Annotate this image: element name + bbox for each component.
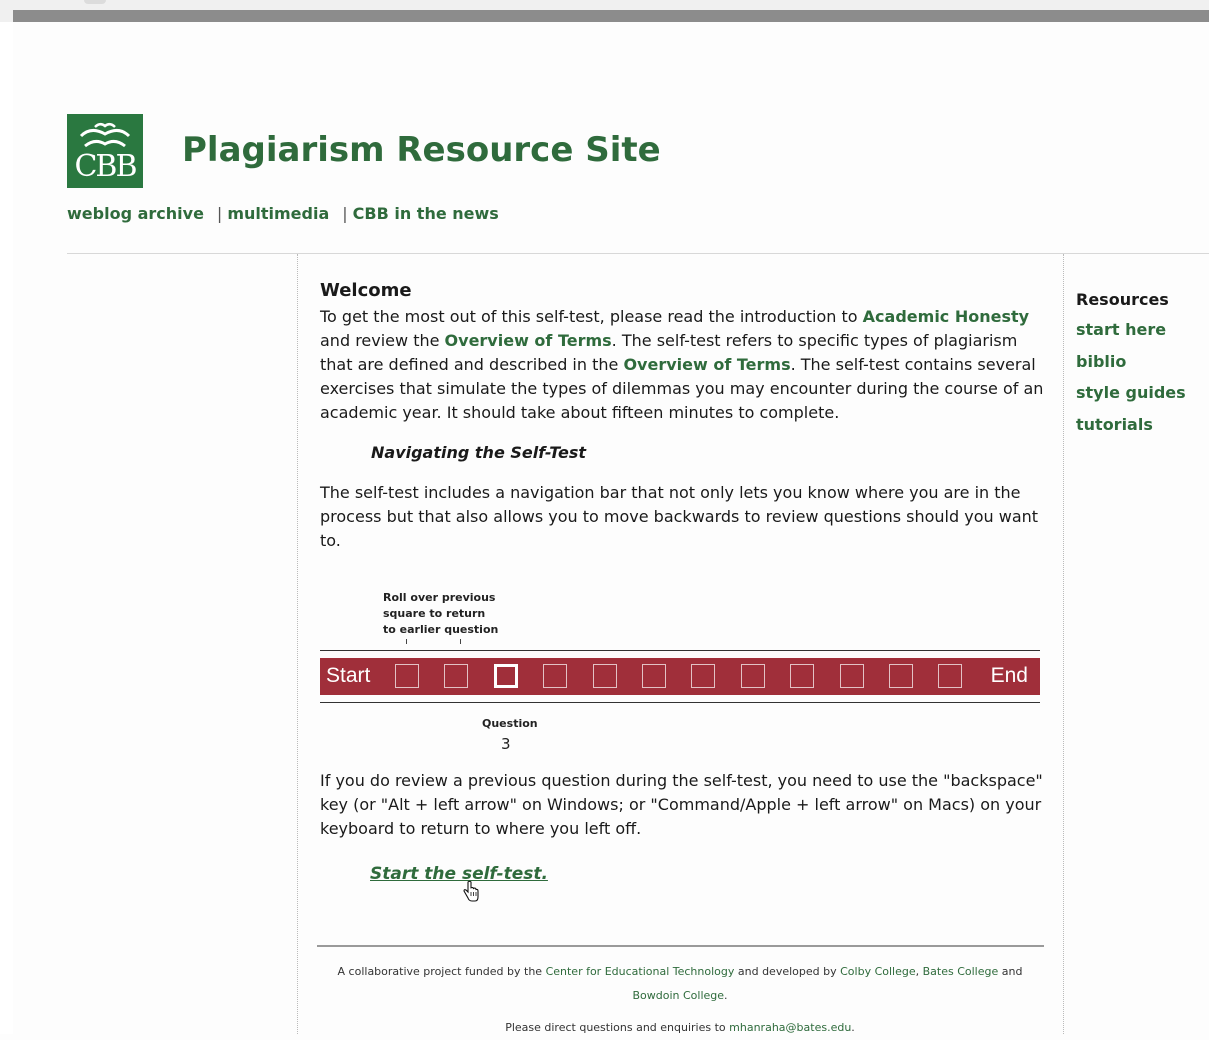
footer-text: and (998, 965, 1023, 978)
progress-square (938, 664, 963, 688)
navigating-subheading: Navigating the Self-Test (371, 443, 587, 462)
progress-square (592, 664, 617, 688)
overview-of-terms-link[interactable]: Overview of Terms (445, 331, 612, 350)
top-navigation: weblog archive | multimedia | CBB in the new… (67, 204, 499, 223)
progress-square (889, 664, 913, 688)
welcome-heading: Welcome (320, 280, 412, 301)
progress-square (839, 664, 864, 688)
callout-tick (406, 639, 407, 644)
cbb-logo[interactable]: CBB (67, 114, 143, 188)
progress-square-current (493, 664, 518, 688)
left-gutter (0, 22, 13, 1034)
navigation-paragraph: The self-test includes a navigation bar … (320, 483, 1039, 550)
navbar-bottom-rule (320, 702, 1040, 703)
footer-divider (317, 945, 1044, 947)
footer-text: Please direct questions and enquiries to (505, 1021, 730, 1034)
cet-link[interactable]: Center for Educational Technology (546, 965, 735, 978)
browser-top-bar (0, 0, 1209, 22)
intro-text: To get the most out of this self-test, p… (320, 307, 863, 326)
bowdoin-link[interactable]: Bowdoin College (632, 989, 724, 1002)
nav-multimedia[interactable]: multimedia (227, 204, 329, 223)
navbar-top-rule (320, 650, 1040, 651)
progress-square (740, 664, 765, 688)
question-number: 3 (501, 735, 511, 753)
question-label: Question (482, 717, 538, 730)
header-divider (67, 253, 1209, 254)
progress-square[interactable] (395, 664, 419, 688)
navbar-end-label: End (990, 664, 1028, 687)
toolbar-divider-stripe (13, 10, 1209, 22)
review-paragraph: If you do review a previous question dur… (320, 771, 1043, 838)
sidebar-item-biblio[interactable]: biblio (1076, 346, 1186, 378)
start-self-test-link[interactable]: Start the self-test. (370, 864, 548, 884)
nav-cbb-in-the-news[interactable]: CBB in the news (353, 204, 499, 223)
navigation-bar-diagram: Roll over previous square to return to e… (320, 590, 1040, 760)
footer: A collaborative project funded by the Ce… (320, 960, 1040, 1040)
rollover-callout: Roll over previous square to return to e… (383, 590, 498, 638)
colby-link[interactable]: Colby College (840, 965, 916, 978)
nav-separator: | (216, 204, 223, 223)
sidebar-item-tutorials[interactable]: tutorials (1076, 409, 1186, 441)
nav-separator: | (342, 204, 348, 223)
window-edge-knob (84, 0, 106, 4)
footer-credits: A collaborative project funded by the Ce… (320, 960, 1040, 1008)
progress-navbar: Start End (320, 658, 1040, 695)
sidebar-item-style-guides[interactable]: style guides (1076, 377, 1186, 409)
progress-square (790, 664, 815, 688)
logo-text: CBB (74, 149, 137, 184)
callout-line: to earlier question (383, 623, 499, 636)
bates-link[interactable]: Bates College (923, 965, 999, 978)
content-right-border (1063, 254, 1064, 1034)
resources-heading: Resources (1076, 290, 1169, 309)
navbar-start-label: Start (326, 664, 371, 687)
overview-of-terms-link-2[interactable]: Overview of Terms (623, 355, 790, 374)
callout-tick (460, 639, 461, 644)
footer-text: and developed by (734, 965, 841, 978)
sidebar-item-start-here[interactable]: start here (1076, 314, 1186, 346)
site-title: Plagiarism Resource Site (182, 130, 661, 170)
footer-text: , (915, 965, 923, 978)
contact-email-link[interactable]: mhanraha@bates.edu (729, 1021, 851, 1034)
main-content: Welcome To get the most out of this self… (320, 279, 1044, 553)
hand-pointer-icon (463, 880, 479, 902)
intro-text: and review the (320, 331, 445, 350)
intro-paragraph: To get the most out of this self-test, p… (320, 305, 1044, 425)
progress-square (691, 664, 716, 688)
progress-square (543, 664, 568, 688)
callout-line: Roll over previous (383, 591, 496, 604)
progress-square (642, 664, 666, 688)
review-paragraph-wrap: If you do review a previous question dur… (320, 769, 1044, 841)
content-left-border (297, 254, 298, 1034)
progress-square[interactable] (444, 664, 469, 688)
resources-sidebar: Resources start here biblio style guides… (1076, 290, 1186, 440)
footer-text: . (724, 989, 728, 1002)
footer-text: A collaborative project funded by the (337, 965, 546, 978)
nav-weblog-archive[interactable]: weblog archive (67, 204, 204, 223)
footer-text: . (851, 1021, 855, 1034)
footer-contact: Please direct questions and enquiries to… (320, 1016, 1040, 1040)
academic-honesty-link[interactable]: Academic Honesty (863, 307, 1029, 326)
callout-line: square to return (383, 607, 486, 620)
